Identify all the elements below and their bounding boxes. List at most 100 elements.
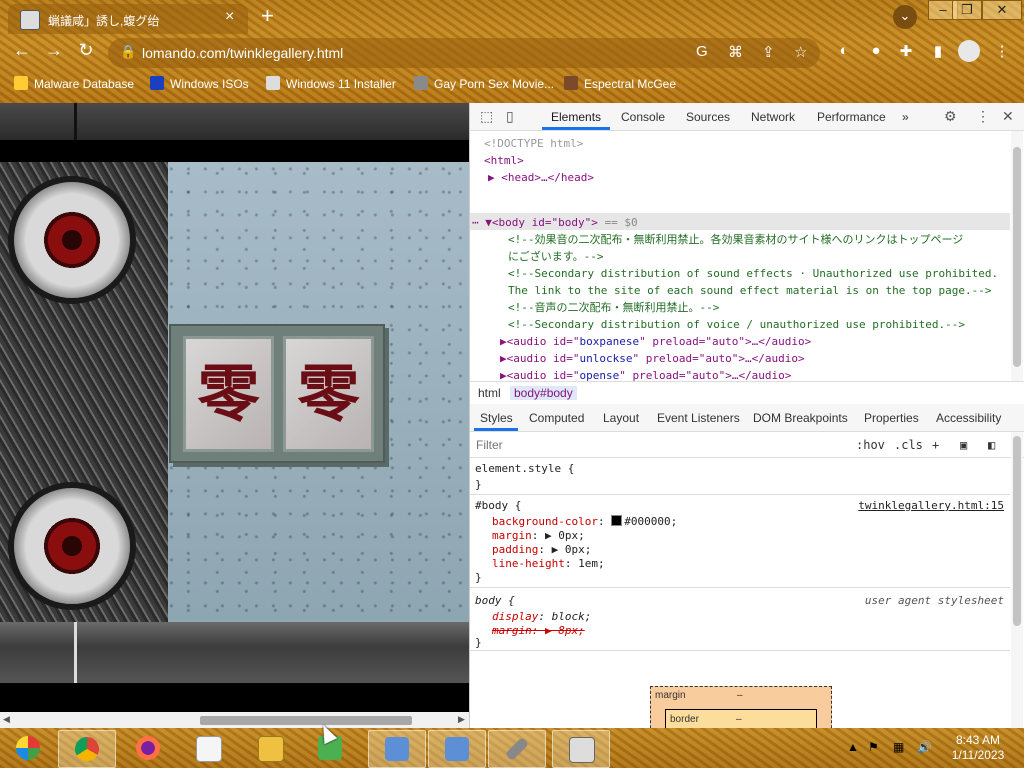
color-swatch-icon[interactable] <box>611 515 623 526</box>
css-declaration[interactable]: line-height: 1em; <box>492 557 605 571</box>
maximize-button[interactable]: ❐ <box>952 0 982 20</box>
bookmark-item[interactable]: Espectral McGee <box>564 76 676 91</box>
comment-node[interactable]: にございます。--> <box>508 248 604 265</box>
new-rule-icon[interactable]: + <box>932 438 939 452</box>
url-text[interactable]: lomando.com/twinklegallery.html <box>142 45 343 61</box>
bookmark-star-icon[interactable]: ☆ <box>794 43 807 61</box>
taskbar-tool[interactable] <box>488 730 546 768</box>
forward-icon[interactable]: → <box>42 40 66 61</box>
tab-styles[interactable]: Styles <box>480 411 513 425</box>
scroll-thumb[interactable] <box>1013 436 1021 626</box>
sidebar-toggle-icon[interactable]: ◧ <box>988 438 995 452</box>
bookmark-item[interactable]: Gay Porn Sex Movie... <box>414 76 554 91</box>
breadcrumb-body[interactable]: body#body <box>510 386 577 400</box>
scroll-right-icon[interactable]: ▶ <box>458 714 465 725</box>
side-panel-icon[interactable]: ▮ <box>928 42 948 62</box>
scroll-thumb[interactable] <box>1013 147 1021 367</box>
extension-avatar-icon[interactable]: ● <box>866 42 886 62</box>
system-clock[interactable]: 8:43 AM 1/11/2023 <box>943 733 1013 763</box>
scroll-thumb[interactable] <box>200 716 412 725</box>
comment-node[interactable]: <!--Secondary distribution of sound effe… <box>508 265 998 282</box>
taskbar-chrome[interactable] <box>58 730 116 768</box>
start-button[interactable] <box>0 730 56 766</box>
html-node[interactable]: <html> <box>484 152 524 169</box>
breadcrumb-html[interactable]: html <box>478 386 501 400</box>
tab-search-icon[interactable]: ⌄ <box>893 5 917 29</box>
comment-node[interactable]: <!--効果音の二次配布・無断利用禁止。各効果音素材のサイト様へのリンクはトップ… <box>508 231 963 248</box>
profile-avatar[interactable] <box>958 40 980 62</box>
elements-scrollbar[interactable] <box>1011 131 1023 381</box>
share-icon[interactable]: ⇪ <box>762 43 775 61</box>
more-tabs-icon[interactable]: » <box>902 110 909 124</box>
audio-node[interactable]: ▶<audio id="unlockse" preload="auto">…</… <box>500 350 805 367</box>
margin-value[interactable]: – <box>737 690 743 701</box>
menu-kebab-icon[interactable]: ⋮ <box>992 42 1012 62</box>
network-icon[interactable]: ▦ <box>893 740 904 754</box>
head-node[interactable]: ▶ <head>…</head> <box>488 169 594 186</box>
comment-node[interactable]: The link to the site of each sound effec… <box>508 282 991 299</box>
css-declaration[interactable]: margin: ▶ 0px; <box>492 529 585 543</box>
comment-node[interactable]: <!--音声の二次配布・無断利用禁止。--> <box>508 299 719 316</box>
tab-computed[interactable]: Computed <box>529 411 584 425</box>
tab-sources[interactable]: Sources <box>686 110 730 124</box>
styles-filter-input[interactable] <box>474 435 838 455</box>
action-center-flag-icon[interactable]: ⚑ <box>868 740 879 754</box>
taskbar-window[interactable] <box>552 730 610 768</box>
taskbar-remote-desktop-1[interactable] <box>368 730 426 768</box>
rule-source-link[interactable]: twinklegallery.html:15 <box>858 499 1004 513</box>
show-hidden-icons-icon[interactable]: ▲ <box>847 740 859 754</box>
kanji-plaque[interactable]: 零 零 <box>169 324 385 463</box>
tab-accessibility[interactable]: Accessibility <box>936 411 1001 425</box>
border-value[interactable]: – <box>736 714 742 725</box>
tab-dom-breakpoints[interactable]: DOM Breakpoints <box>753 411 848 425</box>
red-eye-orb-bottom[interactable] <box>14 488 130 604</box>
device-toolbar-icon[interactable]: ▯ <box>506 108 514 125</box>
body-id-rule[interactable]: #body { twinklegallery.html:15 backgroun… <box>470 495 1010 588</box>
comment-node[interactable]: <!--Secondary distribution of voice / un… <box>508 316 965 333</box>
tab-network[interactable]: Network <box>751 110 795 124</box>
bookmark-item[interactable]: Windows ISOs <box>150 76 249 91</box>
bookmark-item[interactable]: Windows 11 Installer <box>266 76 396 91</box>
styles-scrollbar[interactable] <box>1011 432 1023 728</box>
address-bar[interactable]: 🔒 lomando.com/twinklegallery.html G ⌘ ⇪ … <box>108 38 820 68</box>
taskbar-notepad[interactable] <box>180 730 236 766</box>
hov-toggle[interactable]: :hov <box>856 438 885 452</box>
bookmark-item[interactable]: Malware Database <box>14 76 134 91</box>
element-style-rule[interactable]: element.style { } <box>470 458 1010 495</box>
extension-flag-icon[interactable]: ◐ <box>834 42 854 62</box>
translate-icon[interactable]: ⌘ <box>728 43 743 61</box>
browser-tab[interactable]: 蝋議咸」誘し,蝮グ绐 × <box>8 4 248 34</box>
tab-event-listeners[interactable]: Event Listeners <box>657 411 740 425</box>
audio-node[interactable]: ▶<audio id="boxpanese" preload="auto">…<… <box>500 333 811 350</box>
computed-styles-icon[interactable]: ▣ <box>960 438 967 452</box>
extensions-puzzle-icon[interactable]: ✚ <box>896 42 916 62</box>
inspect-element-icon[interactable]: ⬚ <box>480 108 493 125</box>
close-devtools-icon[interactable]: ✕ <box>1002 108 1014 125</box>
settings-gear-icon[interactable]: ⚙ <box>944 108 957 125</box>
cls-toggle[interactable]: .cls <box>894 438 923 452</box>
devtools-menu-icon[interactable]: ⋮ <box>976 108 990 125</box>
close-window-button[interactable]: ✕ <box>982 0 1022 20</box>
tab-elements[interactable]: Elements <box>551 110 601 124</box>
tab-performance[interactable]: Performance <box>817 110 886 124</box>
kanji-tile-left[interactable]: 零 <box>183 336 274 452</box>
red-eye-orb-top[interactable] <box>14 182 130 298</box>
tab-layout[interactable]: Layout <box>603 411 639 425</box>
back-icon[interactable]: ← <box>10 40 34 61</box>
doctype-node[interactable]: <!DOCTYPE html> <box>484 135 583 152</box>
tab-close-icon[interactable]: × <box>225 8 234 26</box>
reload-icon[interactable]: ↻ <box>74 40 98 61</box>
horizontal-scrollbar[interactable]: ◀ ▶ <box>0 712 469 728</box>
taskbar-explorer[interactable] <box>242 730 298 766</box>
scroll-left-icon[interactable]: ◀ <box>3 714 10 725</box>
volume-icon[interactable]: 🔊 <box>917 740 932 754</box>
taskbar-firefox[interactable] <box>120 730 176 766</box>
css-declaration[interactable]: padding: ▶ 0px; <box>492 543 591 557</box>
tab-console[interactable]: Console <box>621 110 665 124</box>
body-node[interactable]: ⋯ ▼<body id="body"> == $0 <box>472 214 638 231</box>
tab-properties[interactable]: Properties <box>864 411 919 425</box>
kanji-tile-right[interactable]: 零 <box>283 336 374 452</box>
new-tab-button[interactable]: + <box>261 3 274 29</box>
google-lens-icon[interactable]: G <box>696 43 708 60</box>
box-model-diagram[interactable]: margin – border – <box>650 686 832 728</box>
